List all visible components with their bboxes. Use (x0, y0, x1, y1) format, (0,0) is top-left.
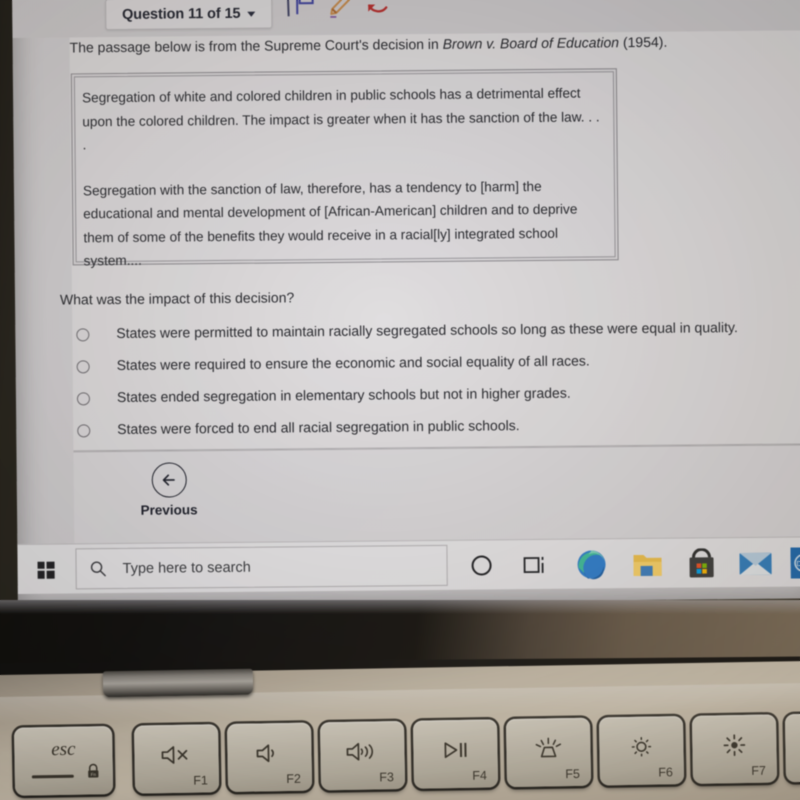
passage-case-name: Brown v. Board of Education (442, 34, 620, 52)
key-f8-partial[interactable] (784, 713, 800, 783)
toolbar-divider (286, 0, 290, 17)
brightness-down-icon (599, 734, 683, 759)
passage-paragraph-2: Segregation with the sanction of law, th… (82, 178, 578, 269)
passage-intro-after: (1954). (618, 33, 668, 51)
passage-intro: The passage below is from the Supreme Co… (70, 34, 668, 56)
windows-logo (37, 561, 55, 579)
question-content: The passage below is from the Supreme Co… (60, 30, 800, 453)
key-f4-label: F4 (472, 768, 488, 783)
windows-start-icon[interactable] (23, 549, 67, 589)
radio-button-a[interactable] (76, 328, 90, 342)
cortana-icon[interactable] (467, 551, 495, 579)
microsoft-edge-icon[interactable] (575, 548, 607, 580)
key-esc-label: esc (51, 738, 76, 761)
keyboard-backlight-icon (506, 736, 590, 761)
previous-button[interactable]: Previous (123, 462, 216, 518)
mute-icon (134, 742, 218, 767)
question-selector-label: Question 11 of 15 (122, 5, 241, 23)
play-pause-icon (413, 737, 497, 762)
answer-option-b-label: States were required to ensure the econo… (116, 352, 590, 374)
passage-box-inner: Segregation of white and colored childre… (73, 71, 616, 268)
svg-text:Fn: Fn (91, 772, 97, 777)
pencil-icon[interactable] (325, 0, 355, 19)
search-input[interactable]: Type here to search (75, 544, 448, 590)
key-esc[interactable]: esc Fn (13, 726, 114, 796)
key-f3-label: F3 (379, 770, 395, 785)
key-f3-volume-up[interactable]: F3 (319, 720, 406, 791)
keyboard-function-row: esc Fn F1 F2 F3 F4 F5 F6 F7 (0, 713, 800, 800)
key-f1-label: F1 (193, 773, 209, 788)
question-stem: What was the impact of this decision? (59, 289, 295, 308)
task-view-icon[interactable] (520, 551, 548, 579)
key-esc-underline (31, 774, 74, 779)
passage-intro-before: The passage below is from the Supreme Co… (69, 35, 443, 56)
radio-button-b[interactable] (76, 360, 90, 374)
volume-down-icon (227, 741, 311, 766)
screenshot-root: Question 11 of 15 The passage below is f… (0, 0, 800, 800)
arrow-left-icon (151, 462, 187, 498)
fn-lock-icon: Fn (86, 763, 101, 784)
passage-paragraph-1: Segregation of white and colored childre… (82, 85, 600, 153)
key-f4-play-pause[interactable]: F4 (412, 719, 499, 789)
answer-option-c-label: States ended segregation in elementary s… (116, 384, 571, 406)
laptop-hinge-knob (102, 668, 254, 698)
svg-text:DELL: DELL (796, 561, 800, 568)
reset-icon[interactable] (363, 0, 393, 17)
question-selector-dropdown[interactable]: Question 11 of 15 (105, 0, 273, 31)
laptop-display: Question 11 of 15 The passage below is f… (12, 0, 800, 606)
key-f7-label: F7 (751, 763, 766, 778)
previous-button-label: Previous (140, 502, 198, 518)
passage-box: Segregation of white and colored childre… (70, 68, 619, 268)
dell-icon[interactable]: DELL (790, 547, 800, 579)
answer-option-d-label: States were forced to end all racial seg… (117, 417, 520, 438)
key-f5-keyboard-backlight[interactable]: F5 (505, 717, 592, 788)
flag-icon[interactable] (291, 0, 321, 18)
answer-options-list: States were permitted to maintain racial… (76, 318, 800, 453)
key-f2-label: F2 (286, 771, 302, 787)
answer-option-a-label: States were permitted to maintain racial… (116, 319, 738, 342)
mail-icon[interactable] (738, 551, 772, 576)
key-f2-volume-down[interactable]: F2 (226, 722, 313, 793)
key-f5-label: F5 (565, 766, 581, 782)
key-f7-brightness-up[interactable]: F7 (691, 714, 778, 784)
search-icon (90, 560, 107, 577)
file-explorer-icon[interactable] (631, 549, 663, 579)
brightness-up-icon (692, 732, 776, 757)
key-f6-brightness-down[interactable]: F6 (598, 716, 685, 786)
search-placeholder: Type here to search (122, 559, 251, 577)
volume-up-icon (320, 739, 404, 764)
windows-taskbar: Type here to search DELL (17, 536, 800, 594)
microsoft-store-icon[interactable] (686, 548, 716, 579)
radio-button-d[interactable] (77, 424, 91, 438)
radio-button-c[interactable] (76, 392, 91, 406)
key-f1-mute[interactable]: F1 (133, 724, 220, 794)
key-f6-label: F6 (658, 765, 673, 780)
chevron-down-icon (247, 11, 256, 17)
quiz-footer: Previous (73, 444, 800, 544)
